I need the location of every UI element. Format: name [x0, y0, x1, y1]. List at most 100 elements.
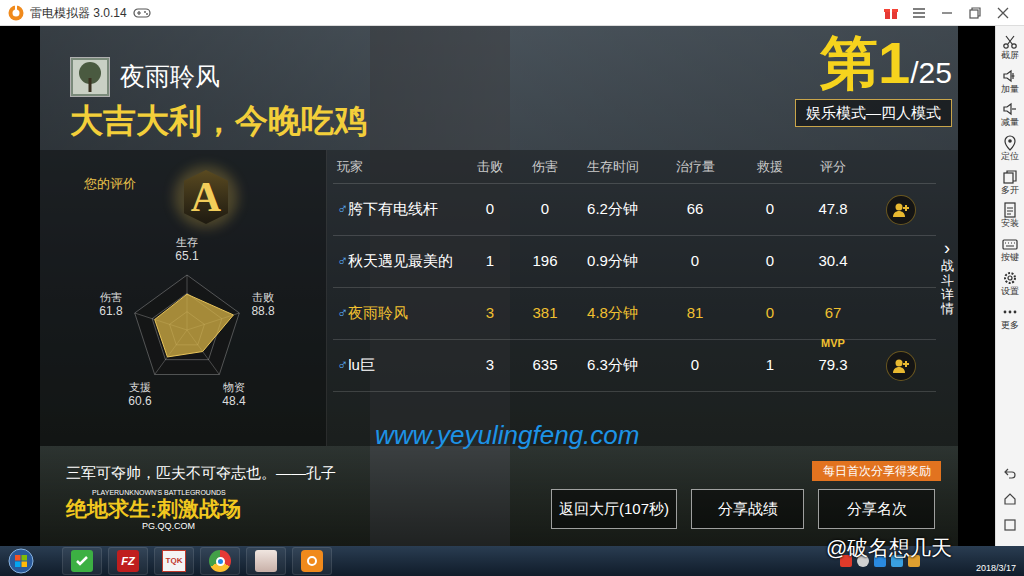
tqk-label: TQK [166, 555, 183, 567]
slogan: 大吉大利，今晚吃鸡 [70, 101, 367, 141]
table-row[interactable]: ♂夜雨聆风33814.8分钟81067 [333, 288, 936, 340]
stat-cell: 6.3分钟 [575, 354, 650, 377]
recent-apps-icon[interactable] [1003, 518, 1017, 532]
player-cell: ♂胯下有电线杆 [333, 198, 465, 221]
stat-value: 0 [691, 250, 699, 273]
taskbar-app[interactable] [292, 547, 332, 575]
taskbar-app[interactable] [200, 547, 240, 575]
stat-value: 81 [687, 302, 704, 325]
gamepad-icon[interactable] [133, 7, 151, 19]
emulator-sidebar: 截屏加量减量定位多开安装按键设置更多 [995, 26, 1024, 546]
start-button-icon[interactable] [8, 548, 34, 574]
add-friend-button[interactable] [886, 195, 916, 225]
sidebar-button[interactable]: 定位 [996, 135, 1024, 163]
stat-cell: 30.4 [800, 250, 866, 273]
mvp-badge: MVP [821, 338, 845, 349]
add-friend-cell [866, 195, 936, 225]
stat-cell: MVP79.3 [800, 354, 866, 377]
sidebar-button[interactable]: 减量 [996, 101, 1024, 129]
grade-badge: A [174, 166, 238, 228]
logo-english: PLAYERUNKNOWN'S BATTLEGROUNDS [66, 489, 336, 497]
close-icon[interactable] [996, 6, 1010, 20]
clock-date: 2018/3/17 [926, 562, 1016, 576]
stat-value: 635 [532, 354, 557, 377]
stat-value: 66 [687, 198, 704, 221]
minimize-icon[interactable] [940, 6, 954, 20]
radar-label-value: 88.8 [251, 305, 274, 319]
back-icon[interactable] [1003, 466, 1017, 480]
filezilla-label: FZ [121, 553, 134, 570]
stat-value: 6.2分钟 [587, 198, 638, 221]
colorful-app-center [216, 557, 225, 566]
menu-icon[interactable] [912, 6, 926, 20]
sidebar-button[interactable]: 安装 [996, 202, 1024, 230]
stat-value: 3 [486, 302, 494, 325]
restore-icon[interactable] [968, 6, 982, 20]
footer-button[interactable]: 返回大厅(107秒) [551, 489, 677, 529]
sidebar-button[interactable]: 更多 [996, 304, 1024, 332]
taskbar-app[interactable]: TQK [154, 547, 194, 575]
taskbar-app[interactable] [246, 547, 286, 575]
stat-cell: 47.8 [800, 198, 866, 221]
footer-button-wrap: 每日首次分享得奖励分享名次 [818, 461, 935, 529]
sidebar-button[interactable]: 加量 [996, 68, 1024, 96]
rating-panel: 您的评价 A 生存65.1击败88.8物资48.4支援60.6伤害61.8 [40, 150, 327, 446]
radar-label-value: 61.8 [99, 305, 122, 319]
footer-button[interactable]: 分享战绩 [691, 489, 804, 529]
stat-value: 0 [766, 250, 774, 273]
column-header: 救援 [740, 157, 800, 177]
radar-label-name: 伤害 [100, 291, 122, 304]
rank-total: /25 [910, 50, 952, 95]
table-row[interactable]: ♂胯下有电线杆006.2分钟66047.8 [333, 184, 936, 236]
stat-cell: 81 [650, 302, 740, 325]
avatar[interactable] [70, 57, 110, 97]
sidebar-button[interactable]: 设置 [996, 270, 1024, 298]
stat-value: 0.9分钟 [587, 250, 638, 273]
sidebar-label: 安装 [1001, 218, 1019, 230]
stat-value: 4.8分钟 [587, 302, 638, 325]
footer-button[interactable]: 分享名次 [818, 489, 935, 529]
battle-details-link[interactable]: ›战斗详情 [936, 150, 958, 446]
left-letterbox [0, 26, 40, 546]
grade: A [191, 166, 221, 229]
column-header: 评分 [800, 157, 866, 177]
radar-label-name: 生存 [176, 236, 198, 249]
ldplayer-app-icon [301, 550, 323, 572]
footer-button-wrap: 分享战绩 [691, 489, 804, 529]
radar-label-name: 支援 [129, 381, 151, 394]
player-name: 夜雨聆风 [120, 58, 220, 96]
stat-value: 67 [825, 302, 842, 325]
result-header: 夜雨聆风 大吉大利，今晚吃鸡 第1 /25 娱乐模式—四人模式 [40, 26, 958, 150]
table-row[interactable]: ♂秋天遇见最美的11960.9分钟0030.4 [333, 236, 936, 288]
stat-cell: 0 [650, 250, 740, 273]
radar-label: 物资48.4 [222, 381, 245, 409]
voldown-icon [1002, 101, 1018, 117]
add-friend-button[interactable] [886, 351, 916, 381]
site-watermark: www.yeyulingfeng.com [375, 416, 639, 455]
taskbar-app[interactable]: FZ [108, 547, 148, 575]
title-bar: 雷电模拟器 3.0.14 [0, 0, 1024, 26]
quote: 三军可夺帅，匹夫不可夺志也。——孔子 [66, 462, 336, 485]
stat-value: 0 [541, 198, 549, 221]
radar-label-value: 48.4 [222, 394, 245, 408]
gift-icon[interactable] [884, 6, 898, 20]
stat-cell: 196 [515, 250, 575, 273]
table-row[interactable]: ♂lu巨36356.3分钟01MVP79.3 [333, 340, 936, 392]
stat-cell: 67 [800, 302, 866, 325]
player-cell: ♂夜雨聆风 [333, 302, 465, 325]
table-body: ♂胯下有电线杆006.2分钟66047.8♂秋天遇见最美的11960.9分钟00… [333, 184, 936, 392]
ldplayer-logo-icon [8, 5, 24, 21]
sidebar-button[interactable]: 截屏 [996, 34, 1024, 62]
radar-grid [135, 275, 240, 374]
home-icon[interactable] [1003, 492, 1017, 506]
taskbar-app[interactable] [62, 547, 102, 575]
details-arrow: › [944, 239, 950, 257]
logo-chinese: 绝地求生:刺激战场 [66, 497, 336, 521]
stat-value: 0 [486, 198, 494, 221]
sidebar-label: 更多 [1001, 320, 1019, 332]
radar-values [155, 294, 234, 357]
sidebar-button[interactable]: 多开 [996, 169, 1024, 197]
mode-tag: 娱乐模式—四人模式 [795, 99, 952, 128]
sidebar-button[interactable]: 按键 [996, 236, 1024, 264]
player-name: 胯下有电线杆 [348, 198, 438, 221]
